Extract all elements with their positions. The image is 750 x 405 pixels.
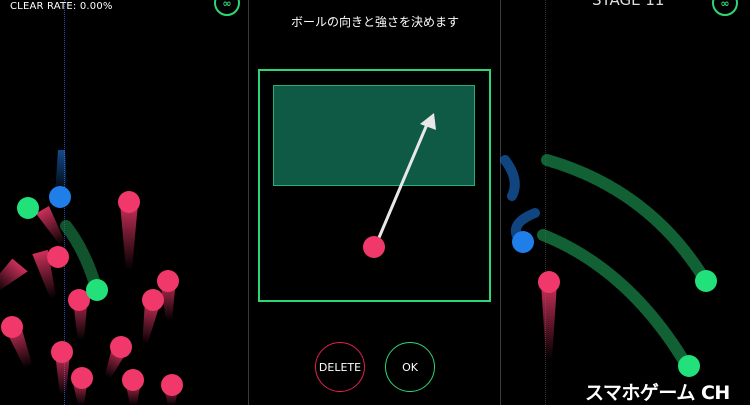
- infinity-symbol: ∞: [222, 0, 232, 10]
- delete-button[interactable]: DELETE: [315, 342, 365, 392]
- right-blue-trails: [500, 155, 540, 248]
- delete-button-label: DELETE: [318, 360, 362, 374]
- clear-rate-label: CLEAR RATE: 0.00%: [10, 1, 113, 12]
- ok-button[interactable]: OK: [385, 342, 435, 392]
- ok-button-label: OK: [402, 360, 418, 374]
- instruction-text: ボールの向きと強さを決めます: [290, 15, 459, 29]
- infinity-symbol: ∞: [720, 0, 730, 10]
- stage-label: STAGE 11: [592, 0, 665, 9]
- right-pink-trail: [541, 283, 557, 360]
- watermark: スマホゲーム CH: [585, 382, 730, 404]
- target-zone: [273, 85, 475, 186]
- right-green-trails: [537, 154, 711, 372]
- aim-handle[interactable]: [418, 106, 440, 128]
